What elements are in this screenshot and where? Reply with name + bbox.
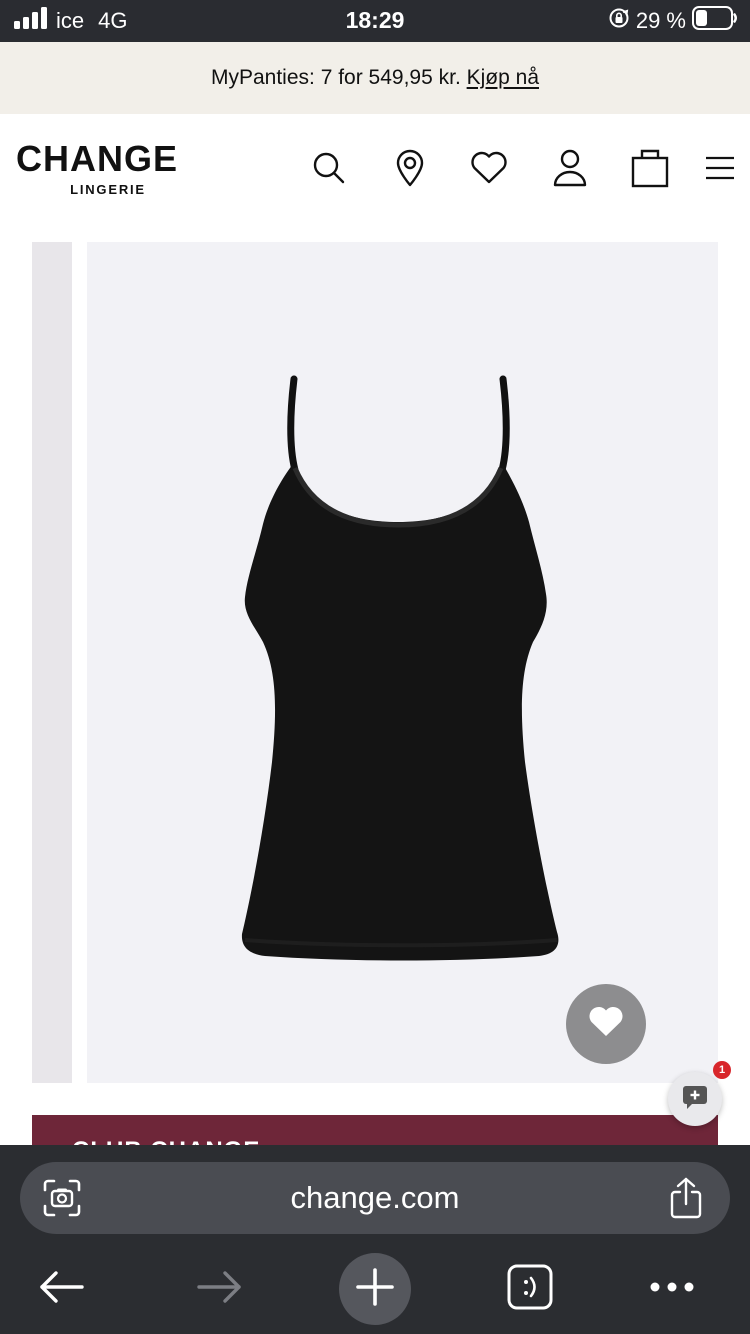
battery-icon (692, 6, 738, 35)
chat-notification-badge: 1 (713, 1061, 731, 1079)
share-icon[interactable] (666, 1176, 706, 1220)
browser-toolbar: change.com (0, 1145, 750, 1334)
product-image[interactable] (87, 242, 718, 1083)
new-tab-button[interactable] (339, 1253, 411, 1325)
add-to-favorites-button[interactable] (566, 984, 646, 1064)
address-bar[interactable]: change.com (20, 1162, 730, 1234)
forward-button[interactable] (183, 1253, 255, 1325)
search-icon[interactable] (309, 148, 349, 188)
logo-wordmark: CHANGE (16, 138, 179, 179)
promo-text: MyPanties: 7 for 549,95 kr. (210, 66, 461, 89)
chat-widget-button[interactable] (668, 1072, 722, 1126)
heart-icon (587, 1005, 625, 1044)
new-tab-plus-icon (355, 1267, 395, 1312)
more-button[interactable] (636, 1253, 708, 1325)
camisole-illustration (241, 375, 559, 961)
account-icon[interactable] (550, 148, 590, 188)
shopping-bag-icon[interactable] (630, 148, 670, 188)
logo-subtitle: LINGERIE (70, 182, 146, 197)
status-bar: ice 4G 18:29 29 % (0, 0, 750, 42)
tabs-icon (506, 1263, 554, 1316)
back-arrow-icon (38, 1269, 86, 1310)
page: ice 4G 18:29 29 % MyPanties: 7 for 549,9… (0, 0, 750, 1334)
site-header: CHANGE LINGERIE (0, 114, 750, 224)
promo-buy-link[interactable]: Kjøp nå (467, 66, 539, 89)
wishlist-heart-icon[interactable] (469, 148, 509, 188)
forward-arrow-icon (195, 1269, 243, 1310)
more-icon (648, 1280, 696, 1299)
status-right: 29 % (608, 6, 738, 35)
promo-banner: MyPanties: 7 for 549,95 kr. Kjøp nå (0, 42, 750, 114)
rotation-lock-icon (608, 7, 630, 34)
store-locator-icon[interactable] (390, 148, 430, 188)
battery-percent: 29 % (635, 7, 686, 33)
url-text[interactable]: change.com (20, 1162, 730, 1234)
brand-logo[interactable]: CHANGE LINGERIE (16, 140, 206, 198)
tabs-button[interactable] (494, 1253, 566, 1325)
previous-image-peek[interactable] (32, 242, 72, 1083)
menu-icon[interactable] (700, 148, 740, 188)
chat-icon (681, 1084, 709, 1115)
back-button[interactable] (26, 1253, 98, 1325)
